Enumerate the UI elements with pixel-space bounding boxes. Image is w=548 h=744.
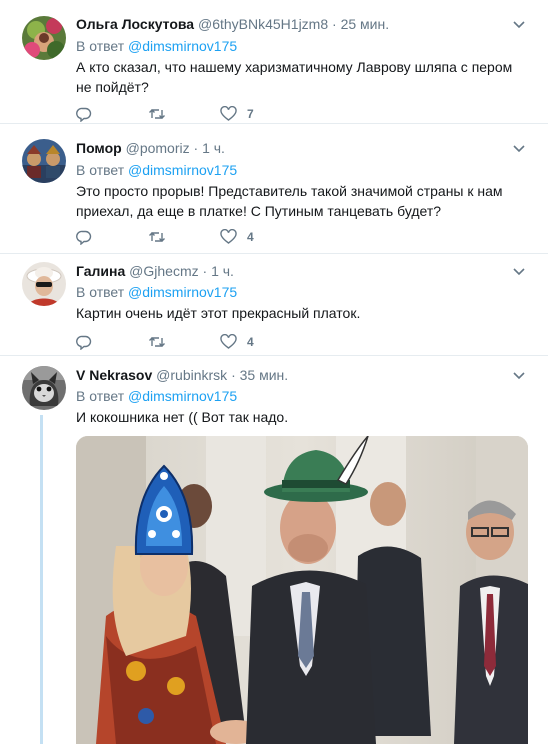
chevron-down-icon[interactable] — [512, 264, 526, 278]
timestamp[interactable]: 1 ч. — [211, 263, 234, 279]
retweet-icon — [148, 106, 166, 122]
mention-link[interactable]: @dimsmirnov175 — [128, 388, 237, 404]
mention-link[interactable]: @dimsmirnov175 — [128, 284, 237, 300]
retweet-button[interactable] — [148, 105, 166, 123]
like-button[interactable]: 4 — [220, 333, 254, 351]
timestamp[interactable]: 1 ч. — [202, 140, 225, 156]
reply-context: В ответ @dimsmirnov175 — [76, 37, 237, 55]
timestamp[interactable]: 25 мин. — [341, 16, 390, 32]
reply-icon — [76, 229, 92, 245]
heart-icon — [220, 334, 237, 350]
retweet-button[interactable] — [148, 228, 166, 246]
reply-context: В ответ @dimsmirnov175 — [76, 161, 237, 179]
retweet-icon — [148, 229, 166, 245]
user-name[interactable]: Ольга Лоскутова — [76, 16, 194, 32]
tweet-text: И кокошника нет (( Вот так надо. — [76, 409, 289, 425]
tweet-text: А кто сказал, что нашему харизматичному … — [76, 59, 513, 95]
user-handle[interactable]: @pomoriz — [126, 140, 190, 156]
avatar[interactable] — [22, 16, 66, 60]
reply-button[interactable] — [76, 228, 92, 246]
user-handle[interactable]: @rubinkrsk — [156, 367, 227, 383]
retweet-button[interactable] — [148, 333, 166, 351]
separator: · — [231, 367, 236, 383]
tweet-2[interactable]: Помор @pomoriz · 1 ч. В ответ @dimsmirno… — [0, 124, 548, 254]
reply-prefix: В ответ — [76, 284, 125, 300]
chevron-down-icon[interactable] — [512, 368, 526, 382]
heart-icon — [220, 229, 237, 245]
tweet-text: Это просто прорыв! Представитель такой з… — [76, 183, 503, 219]
user-handle[interactable]: @Gjhecmz — [129, 263, 198, 279]
user-name[interactable]: V Nekrasov — [76, 367, 152, 383]
tweet-3[interactable]: Галина @Gjhecmz · 1 ч. В ответ @dimsmirn… — [0, 254, 548, 356]
retweet-icon — [148, 334, 166, 350]
reply-prefix: В ответ — [76, 388, 125, 404]
separator: · — [202, 263, 208, 279]
reply-button[interactable] — [76, 105, 92, 123]
like-button[interactable]: 7 — [220, 105, 254, 123]
separator: · — [193, 140, 199, 156]
mention-link[interactable]: @dimsmirnov175 — [128, 162, 237, 178]
thread-connector-line — [40, 415, 43, 744]
avatar[interactable] — [22, 262, 66, 306]
reply-icon — [76, 334, 92, 350]
user-handle[interactable]: @6thyBNk45H1jzm8 — [198, 16, 328, 32]
reply-context: В ответ @dimsmirnov175 — [76, 283, 237, 301]
like-button[interactable]: 4 — [220, 228, 254, 246]
tweet-1[interactable]: Ольга Лоскутова @6thyBNk45H1jzm8 · 25 ми… — [0, 0, 548, 124]
reply-icon — [76, 106, 92, 122]
timestamp[interactable]: 35 мин. — [240, 367, 289, 383]
like-count: 4 — [247, 335, 254, 349]
reply-prefix: В ответ — [76, 38, 125, 54]
avatar[interactable] — [22, 139, 66, 183]
heart-icon — [220, 106, 237, 122]
user-name[interactable]: Галина — [76, 263, 125, 279]
chevron-down-icon[interactable] — [512, 17, 526, 31]
reply-button[interactable] — [76, 333, 92, 351]
like-count: 7 — [247, 107, 254, 121]
separator: · — [332, 16, 337, 32]
avatar[interactable] — [22, 366, 66, 410]
chevron-down-icon[interactable] — [512, 141, 526, 155]
mention-link[interactable]: @dimsmirnov175 — [128, 38, 237, 54]
user-name[interactable]: Помор — [76, 140, 122, 156]
like-count: 4 — [247, 230, 254, 244]
reply-context: В ответ @dimsmirnov175 — [76, 387, 237, 405]
tweet-photo[interactable] — [76, 436, 528, 744]
tweet-text: Картин очень идёт этот прекрасный платок… — [76, 305, 361, 321]
reply-prefix: В ответ — [76, 162, 125, 178]
